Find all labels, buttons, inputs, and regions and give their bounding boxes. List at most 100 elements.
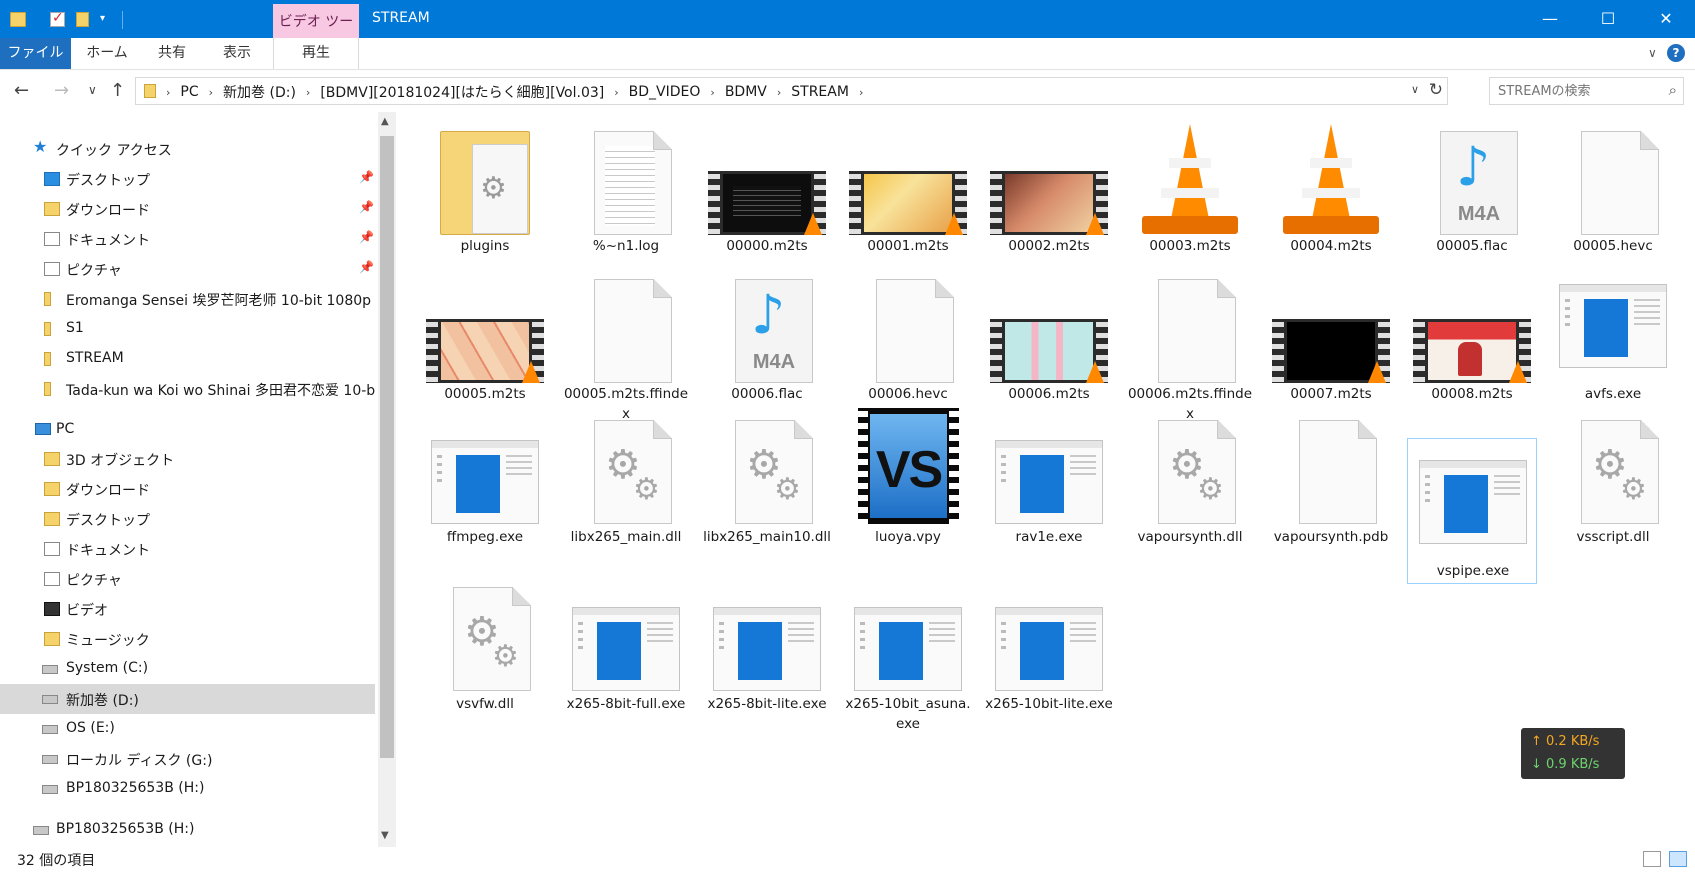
- file-item[interactable]: ffmpeg.exe: [420, 405, 550, 555]
- file-item[interactable]: x265-10bit_asuna.exe: [843, 572, 973, 732]
- breadcrumb-bdmv[interactable]: BDMV: [719, 84, 773, 100]
- close-button[interactable]: ✕: [1637, 0, 1695, 38]
- breadcrumb-bd-video[interactable]: BD_VIDEO: [623, 84, 707, 100]
- sidebar-item-tada-kun[interactable]: Tada-kun wa Koi wo Shinai 多田君不恋爱 10-b: [0, 374, 378, 404]
- file-item[interactable]: %~n1.log: [561, 116, 691, 256]
- tab-view[interactable]: 表示: [212, 38, 262, 69]
- file-item[interactable]: x265-8bit-full.exe: [561, 572, 691, 722]
- maximize-button[interactable]: ☐: [1579, 0, 1637, 38]
- file-item[interactable]: ⚙ plugins: [420, 116, 550, 256]
- scrollbar-thumb[interactable]: [380, 136, 394, 758]
- sidebar-item-pictures[interactable]: ピクチャ 📌: [0, 254, 378, 284]
- file-item[interactable]: 00004.m2ts: [1266, 116, 1396, 256]
- sidebar-item-pc-desktop[interactable]: デスクトップ: [0, 504, 378, 534]
- breadcrumb-pc[interactable]: PC: [174, 84, 204, 100]
- file-item[interactable]: ♪ M4A 00005.flac: [1407, 116, 1537, 256]
- sidebar-item-videos[interactable]: ビデオ: [0, 594, 378, 624]
- file-item[interactable]: 00003.m2ts: [1125, 116, 1255, 256]
- file-item[interactable]: ⚙ ⚙ libx265_main10.dll: [702, 405, 832, 555]
- file-item[interactable]: avfs.exe: [1548, 264, 1678, 414]
- new-folder-icon[interactable]: [76, 12, 89, 27]
- video-tools-context-tab[interactable]: ビデオ ツール: [273, 4, 359, 66]
- file-item[interactable]: x265-10bit-lite.exe: [984, 572, 1114, 722]
- pin-icon[interactable]: 📌: [359, 170, 374, 184]
- chevron-right-icon[interactable]: ›: [302, 86, 314, 99]
- up-button[interactable]: ↑: [110, 80, 125, 101]
- large-icons-view-icon[interactable]: [1669, 851, 1687, 867]
- sidebar-item-pc-documents[interactable]: ドキュメント: [0, 534, 378, 564]
- file-item[interactable]: 00005.m2ts.ffindex: [561, 264, 691, 422]
- sidebar-item-drive-h-root[interactable]: BP180325653B (H:): [0, 815, 378, 845]
- file-item[interactable]: ⚙ ⚙ vapoursynth.dll: [1125, 405, 1255, 555]
- file-item[interactable]: 00005.m2ts: [420, 264, 550, 414]
- chevron-right-icon[interactable]: ›: [706, 86, 718, 99]
- minimize-button[interactable]: —: [1521, 0, 1579, 38]
- file-item[interactable]: 00006.hevc: [843, 264, 973, 414]
- breadcrumb-drive-d[interactable]: 新加巻 (D:): [217, 82, 302, 102]
- pin-icon[interactable]: 📌: [359, 260, 374, 274]
- file-item[interactable]: vapoursynth.pdb: [1266, 405, 1396, 555]
- back-button[interactable]: ←: [14, 80, 29, 101]
- sidebar-item-eromanga[interactable]: Eromanga Sensei 埃罗芒阿老师 10-bit 1080p I: [0, 284, 378, 314]
- file-item[interactable]: 00007.m2ts: [1266, 264, 1396, 414]
- address-dropdown-icon[interactable]: ∨: [1411, 83, 1419, 96]
- folder-icon[interactable]: [10, 12, 26, 27]
- sidebar-item-music[interactable]: ミュージック: [0, 624, 378, 654]
- tab-file[interactable]: ファイル: [0, 38, 71, 69]
- sidebar-item-3d-objects[interactable]: 3D オブジェクト: [0, 444, 378, 474]
- sidebar-item-pc-downloads[interactable]: ダウンロード: [0, 474, 378, 504]
- recent-locations-button[interactable]: ∨: [88, 83, 97, 97]
- address-bar[interactable]: › PC › 新加巻 (D:) › [BDMV][20181024][はたらく細…: [135, 77, 1448, 105]
- file-item[interactable]: 00001.m2ts: [843, 116, 973, 256]
- file-item[interactable]: 00005.hevc: [1548, 116, 1678, 256]
- file-item[interactable]: rav1e.exe: [984, 405, 1114, 555]
- search-box[interactable]: ⌕: [1489, 77, 1684, 105]
- search-input[interactable]: [1498, 82, 1658, 100]
- sidebar-item-s1[interactable]: S1: [0, 314, 378, 344]
- tab-play[interactable]: 再生: [273, 38, 359, 69]
- file-item[interactable]: x265-8bit-lite.exe: [702, 572, 832, 722]
- tab-share[interactable]: 共有: [148, 38, 196, 69]
- pin-icon[interactable]: 📌: [359, 200, 374, 214]
- chevron-right-icon[interactable]: ›: [162, 86, 174, 99]
- sidebar-item-quick-access[interactable]: ★ クイック アクセス: [0, 134, 378, 164]
- content-scrollbar[interactable]: [1672, 112, 1695, 847]
- file-item-selected[interactable]: vspipe.exe: [1407, 438, 1537, 584]
- sidebar-item-pc-pictures[interactable]: ピクチャ: [0, 564, 378, 594]
- properties-icon[interactable]: [50, 10, 65, 27]
- details-view-icon[interactable]: [1643, 851, 1661, 867]
- file-item[interactable]: 00006.m2ts.ffindex: [1125, 264, 1255, 422]
- file-item[interactable]: ♪ M4A 00006.flac: [702, 264, 832, 414]
- navigation-scrollbar[interactable]: ▲ ▼: [378, 112, 396, 847]
- breadcrumb-bdmv-folder[interactable]: [BDMV][20181024][はたらく細胞][Vol.03]: [314, 82, 610, 102]
- scroll-up-icon[interactable]: ▲: [381, 116, 389, 127]
- chevron-right-icon[interactable]: ›: [773, 86, 785, 99]
- sidebar-item-system-c[interactable]: System (C:): [0, 654, 378, 684]
- chevron-right-icon[interactable]: ›: [610, 86, 622, 99]
- sidebar-item-desktop[interactable]: デスクトップ 📌: [0, 164, 378, 194]
- scroll-down-icon[interactable]: ▼: [381, 830, 389, 841]
- pin-icon[interactable]: 📌: [359, 230, 374, 244]
- sidebar-item-drive-d[interactable]: 新加巻 (D:): [0, 684, 375, 714]
- refresh-icon[interactable]: ↻: [1429, 80, 1443, 100]
- tab-home[interactable]: ホーム: [82, 38, 132, 69]
- chevron-right-icon[interactable]: ›: [855, 86, 867, 99]
- chevron-right-icon[interactable]: ›: [205, 86, 217, 99]
- sidebar-item-pc[interactable]: PC: [0, 415, 378, 445]
- forward-button[interactable]: →: [54, 80, 69, 101]
- customize-quick-access-dropdown[interactable]: ▾: [100, 13, 105, 33]
- file-item[interactable]: 00002.m2ts: [984, 116, 1114, 256]
- breadcrumb-stream[interactable]: STREAM: [785, 84, 855, 100]
- sidebar-item-stream[interactable]: STREAM: [0, 344, 378, 374]
- sidebar-item-documents[interactable]: ドキュメント 📌: [0, 224, 378, 254]
- file-item[interactable]: 00006.m2ts: [984, 264, 1114, 414]
- file-item[interactable]: ⚙ ⚙ vsvfw.dll: [420, 572, 550, 722]
- file-item[interactable]: 00000.m2ts: [702, 116, 832, 256]
- search-icon[interactable]: ⌕: [1669, 81, 1677, 99]
- expand-ribbon-icon[interactable]: ∨: [1648, 46, 1657, 60]
- file-item[interactable]: ⚙ ⚙ libx265_main.dll: [561, 405, 691, 555]
- sidebar-item-local-disk-g[interactable]: ローカル ディスク (G:): [0, 744, 378, 774]
- sidebar-item-os-e[interactable]: OS (E:): [0, 714, 378, 744]
- help-icon[interactable]: ?: [1667, 44, 1685, 62]
- file-item[interactable]: VS luoya.vpy: [843, 405, 973, 555]
